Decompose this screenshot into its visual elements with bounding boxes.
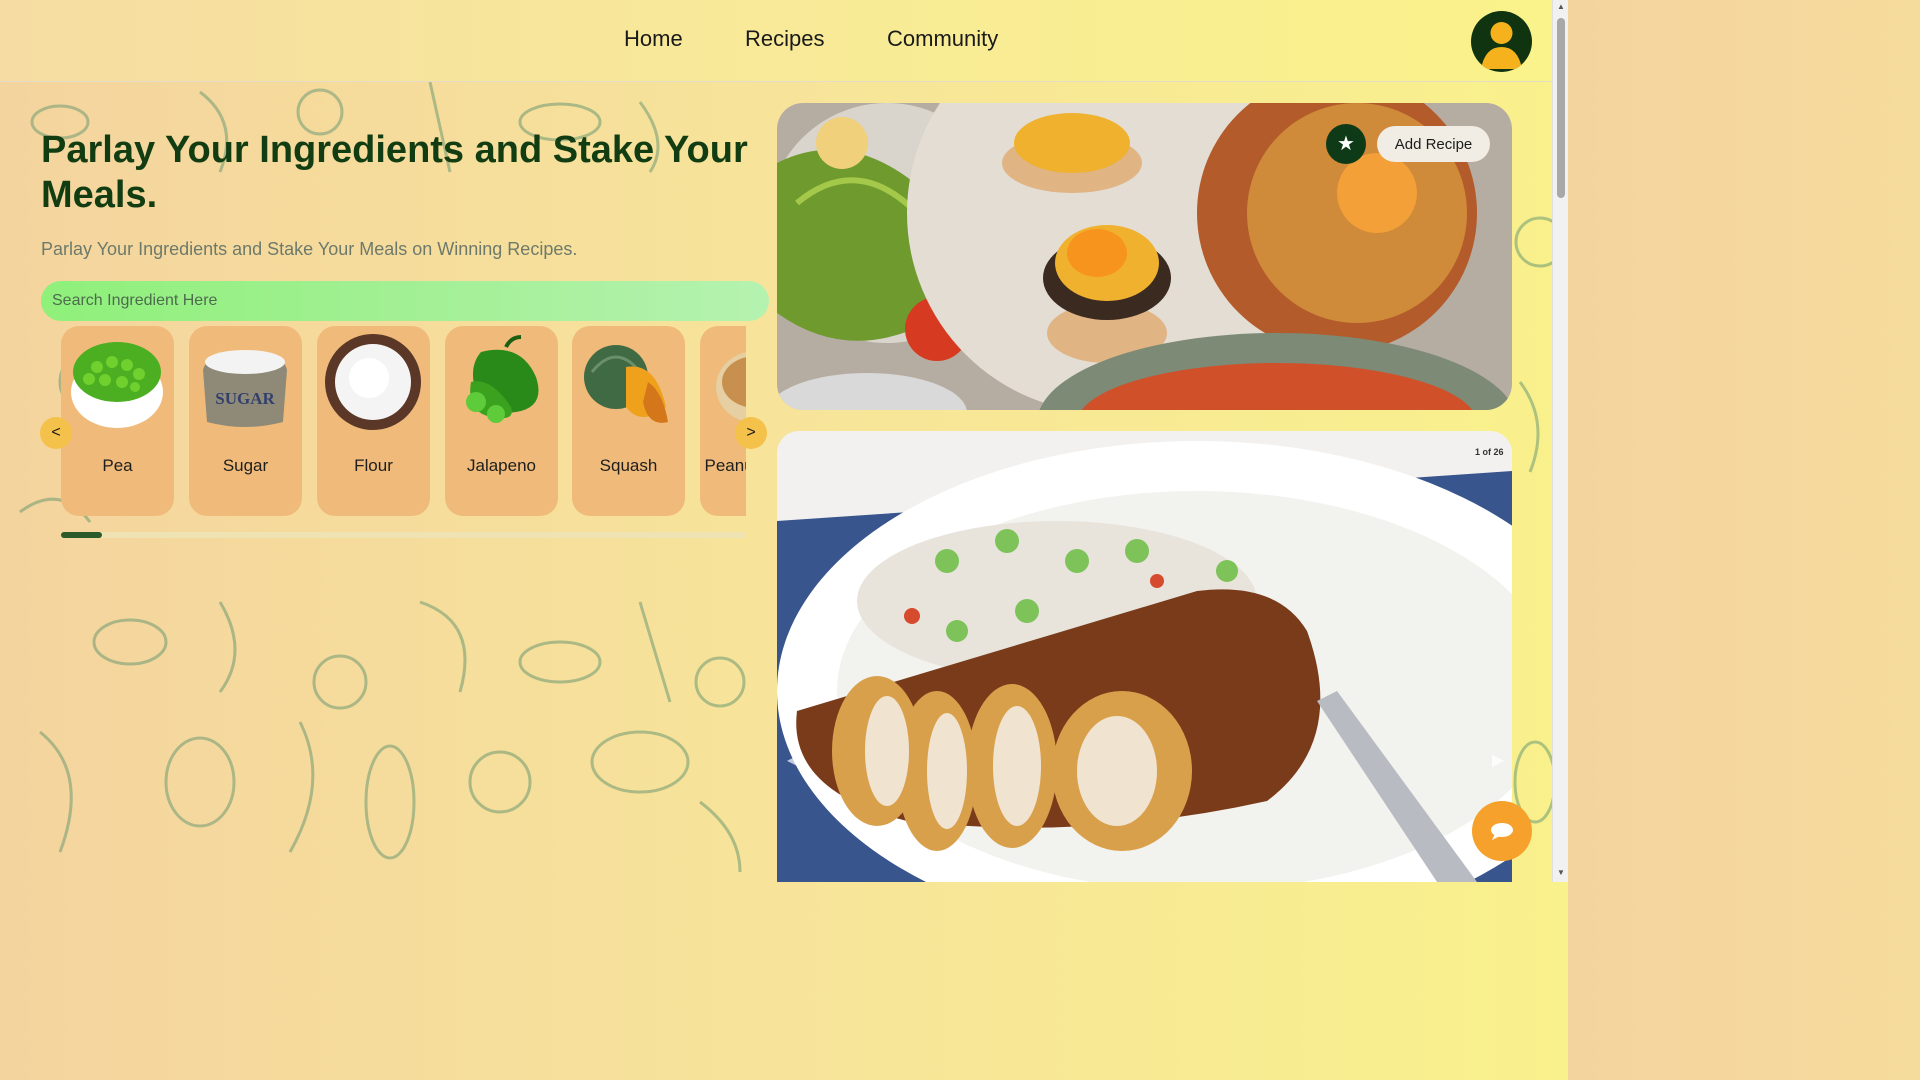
jalapeno-icon bbox=[466, 335, 539, 423]
slideshow-next-button[interactable]: ▶ bbox=[1492, 750, 1504, 770]
ingredient-label: Pea bbox=[102, 456, 133, 475]
chat-bubble-button[interactable] bbox=[1472, 801, 1532, 861]
ingredient-label: Peanut Butter bbox=[704, 456, 746, 475]
ingredient-label: Jalapeno bbox=[466, 456, 536, 475]
nav-link-home[interactable]: Home bbox=[624, 26, 683, 52]
ingredient-label: Squash bbox=[599, 456, 658, 475]
nav-link-recipes[interactable]: Recipes bbox=[745, 26, 824, 52]
ingredient-card-sugar[interactable]: SUGAR Sugar bbox=[189, 326, 302, 516]
squash-icon bbox=[584, 345, 668, 423]
hero-title: Parlay Your Ingredients and Stake Your M… bbox=[41, 129, 748, 216]
slide-counter: 1 of 26 bbox=[1475, 447, 1504, 457]
add-recipe-button[interactable]: Add Recipe bbox=[1377, 126, 1490, 162]
svg-text:SUGAR: SUGAR bbox=[215, 389, 275, 408]
carousel-next-button[interactable]: > bbox=[735, 417, 767, 449]
nav-link-community[interactable]: Community bbox=[887, 26, 998, 52]
ingredient-card-pea[interactable]: Pea bbox=[61, 326, 174, 516]
chat-bubble-icon bbox=[1491, 823, 1513, 840]
ingredient-carousel: Pea SUGAR Sugar Flour Jalapeno Squash Pe… bbox=[61, 326, 746, 518]
carousel-scroll-track[interactable] bbox=[61, 532, 746, 538]
hero-subtitle: Parlay Your Ingredients and Stake Your M… bbox=[41, 239, 578, 259]
favorite-star-button[interactable]: ★ bbox=[1326, 124, 1366, 164]
ingredient-label: Sugar bbox=[222, 456, 269, 475]
scrollbar-thumb[interactable] bbox=[1557, 18, 1565, 198]
flour-bowl-icon bbox=[325, 334, 421, 430]
page-scrollbar[interactable]: ▲ ▼ bbox=[1552, 0, 1568, 882]
ingredient-search-input[interactable] bbox=[41, 281, 769, 321]
slideshow-prev-button[interactable]: ◀ bbox=[787, 750, 799, 770]
pea-bowl-icon bbox=[71, 342, 163, 428]
scroll-up-arrow-icon[interactable]: ▲ bbox=[1557, 2, 1565, 11]
ingredient-card-flour[interactable]: Flour bbox=[317, 326, 430, 516]
carousel-scroll-indicator[interactable] bbox=[61, 532, 103, 538]
ingredient-card-squash[interactable]: Squash bbox=[572, 326, 685, 516]
scroll-down-arrow-icon[interactable]: ▼ bbox=[1557, 868, 1565, 877]
top-navbar: Home Recipes Community bbox=[0, 0, 1552, 82]
peanut-butter-icon bbox=[716, 352, 746, 422]
carousel-prev-button[interactable]: < bbox=[40, 417, 72, 449]
ingredient-label: Flour bbox=[354, 456, 393, 475]
user-avatar-icon[interactable] bbox=[1471, 11, 1532, 72]
recipe-slideshow-image bbox=[777, 431, 1512, 882]
sugar-sack-icon: SUGAR bbox=[203, 350, 287, 427]
ingredient-card-jalapeno[interactable]: Jalapeno bbox=[445, 326, 558, 516]
